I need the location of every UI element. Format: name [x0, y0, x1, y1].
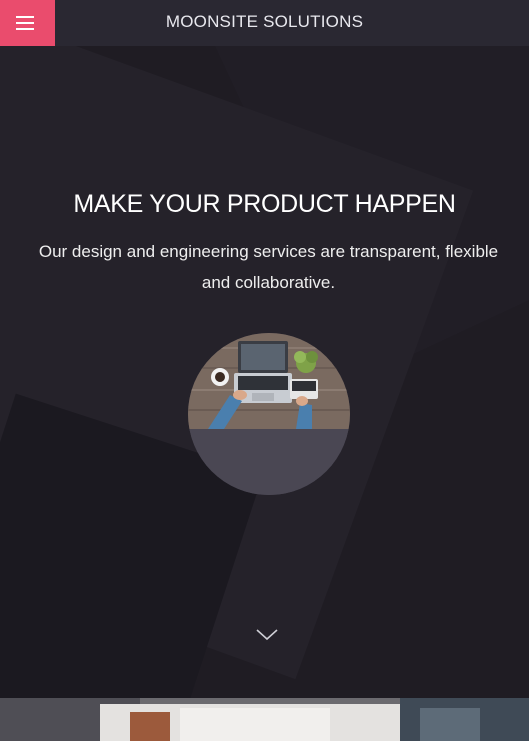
- chevron-down-icon[interactable]: [255, 626, 279, 642]
- top-bar: MOONSITE SOLUTIONS: [0, 0, 529, 46]
- hero-image-circle: [188, 333, 350, 495]
- office-photo: [0, 698, 529, 741]
- menu-button[interactable]: [0, 0, 55, 46]
- site-title[interactable]: MOONSITE SOLUTIONS: [55, 0, 529, 46]
- hero-title: MAKE YOUR PRODUCT HAPPEN: [73, 190, 456, 218]
- next-section-image: [0, 698, 529, 741]
- hero-section: MAKE YOUR PRODUCT HAPPEN Our design and …: [0, 46, 529, 698]
- hero-subtitle: Our design and engineering services are …: [38, 242, 499, 292]
- page: MOONSITE SOLUTIONS MAKE YOUR PRODUCT HAP…: [0, 0, 529, 741]
- laptop-workspace-photo: [188, 333, 350, 495]
